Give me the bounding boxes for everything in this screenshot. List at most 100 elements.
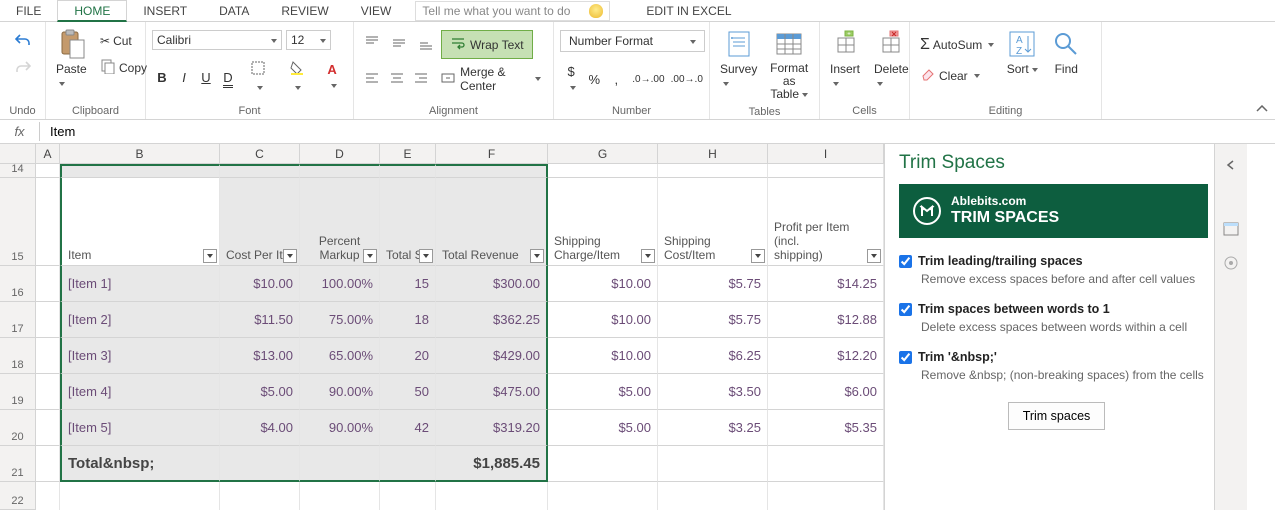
cell-ship-cost[interactable]: $5.75 [658,266,768,302]
filter-button[interactable] [419,249,433,263]
insert-button[interactable]: + Insert [826,26,866,103]
rail-app-icon[interactable] [1220,218,1242,240]
survey-button[interactable]: Survey [716,26,761,104]
cut-button[interactable]: ✂ Cut [96,32,151,50]
cell-revenue[interactable]: $319.20 [436,410,548,446]
cell[interactable] [380,482,436,510]
cell[interactable] [36,482,60,510]
cell-item[interactable]: [Item 2] [60,302,220,338]
wrap-text-button[interactable]: Wrap Text [441,30,533,59]
edit-in-excel-link[interactable]: EDIT IN EXCEL [630,1,747,20]
rail-pin-icon[interactable] [1220,252,1242,274]
spreadsheet-grid[interactable]: A B C D E F G H I 14 [0,144,884,510]
align-bottom-button[interactable] [414,33,438,56]
cell-sold[interactable]: 20 [380,338,436,374]
fx-label[interactable]: fx [0,122,40,141]
row-header[interactable]: 20 [0,410,36,446]
col-header-F[interactable]: F [436,144,548,164]
delete-button[interactable]: Delete [870,26,913,103]
align-top-button[interactable] [360,33,384,56]
underline-button[interactable]: U [196,68,216,87]
cell[interactable] [36,164,60,178]
cell-markup[interactable]: 90.00% [300,410,380,446]
number-format-select[interactable]: Number Format [560,30,705,52]
insert-tab[interactable]: INSERT [127,1,203,20]
merge-center-button[interactable]: Merge & Center [434,63,547,95]
cell-profit[interactable]: $12.20 [768,338,884,374]
cell-revenue[interactable]: $300.00 [436,266,548,302]
option-checkbox[interactable] [899,255,912,268]
paste-button[interactable]: Paste [52,26,92,103]
filter-button[interactable] [530,249,544,263]
th-ship-charge[interactable]: ShippingCharge/Item [548,178,658,266]
cell[interactable] [436,482,548,510]
filter-button[interactable] [283,249,297,263]
cell-item[interactable]: [Item 4] [60,374,220,410]
file-tab[interactable]: FILE [0,1,57,20]
cell-sold[interactable]: 18 [380,302,436,338]
fill-color-button[interactable] [279,58,316,96]
cell[interactable] [36,266,60,302]
row-header-21[interactable]: 21 [0,446,36,482]
col-header-A[interactable]: A [36,144,60,164]
cell-profit[interactable]: $6.00 [768,374,884,410]
formula-input[interactable] [40,122,1275,141]
align-center-button[interactable] [385,68,407,91]
decrease-decimal-button[interactable]: .00→.0 [667,72,703,87]
align-middle-button[interactable] [387,33,411,56]
select-all-corner[interactable] [0,144,36,164]
bold-button[interactable]: B [152,68,172,87]
comma-button[interactable]: , [606,70,626,89]
option-label[interactable]: Trim spaces between words to 1 [899,302,1208,316]
cell[interactable] [436,164,548,178]
increase-decimal-button[interactable]: .0→.00 [628,72,664,87]
cell-markup[interactable]: 75.00% [300,302,380,338]
data-tab[interactable]: DATA [203,1,265,20]
row-header[interactable]: 16 [0,266,36,302]
align-left-button[interactable] [360,68,382,91]
cell[interactable] [768,164,884,178]
cell[interactable] [380,446,436,482]
option-label[interactable]: Trim leading/trailing spaces [899,254,1208,268]
col-header-D[interactable]: D [300,144,380,164]
cell-cost[interactable]: $5.00 [220,374,300,410]
cell-ship-cost[interactable]: $3.25 [658,410,768,446]
double-underline-button[interactable]: D [218,68,238,87]
row-header[interactable]: 18 [0,338,36,374]
col-header-G[interactable]: G [548,144,658,164]
filter-button[interactable] [867,249,881,263]
th-item[interactable]: Item [60,178,220,266]
cell-revenue[interactable]: $362.25 [436,302,548,338]
cell[interactable] [658,446,768,482]
home-tab[interactable]: HOME [57,0,127,22]
cell-profit[interactable]: $5.35 [768,410,884,446]
cell[interactable] [36,338,60,374]
filter-button[interactable] [363,249,377,263]
cell-markup[interactable]: 90.00% [300,374,380,410]
cell[interactable] [658,164,768,178]
cell[interactable] [36,410,60,446]
cell[interactable] [380,164,436,178]
clear-button[interactable]: Clear [916,64,998,87]
find-button[interactable]: Find [1046,26,1086,103]
cell-total-label[interactable]: Total&nbsp; [60,446,220,482]
option-checkbox[interactable] [899,351,912,364]
cell[interactable] [220,446,300,482]
cell-item[interactable]: [Item 1] [60,266,220,302]
tell-me-search[interactable]: Tell me what you want to do [415,1,610,21]
cell[interactable] [548,482,658,510]
cell-ship-charge[interactable]: $10.00 [548,338,658,374]
row-header[interactable]: 17 [0,302,36,338]
percent-button[interactable]: % [584,70,604,89]
cell-total-revenue[interactable]: $1,885.45 [436,446,548,482]
cell-ship-cost[interactable]: $3.50 [658,374,768,410]
col-header-E[interactable]: E [380,144,436,164]
cell[interactable] [60,482,220,510]
cell[interactable] [768,482,884,510]
cell[interactable] [768,446,884,482]
cell-ship-charge[interactable]: $10.00 [548,266,658,302]
autosum-button[interactable]: Σ AutoSum [916,34,998,56]
cell[interactable] [36,446,60,482]
th-cost[interactable]: Cost Per Item [220,178,300,266]
font-color-button[interactable]: A [317,60,347,94]
